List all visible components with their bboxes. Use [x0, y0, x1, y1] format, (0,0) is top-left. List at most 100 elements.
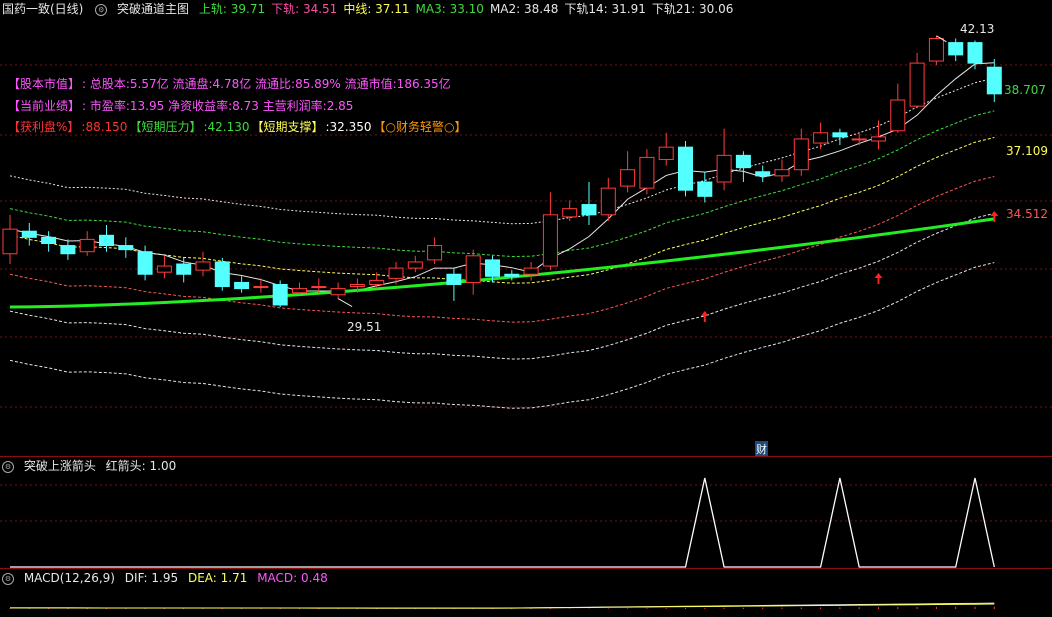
arrow-pane-header: ⚙ 突破上涨箭头 红箭头: 1.00 [0, 457, 1052, 475]
indicator-name[interactable]: 突破通道主图 [117, 2, 189, 16]
candle-body [697, 181, 713, 197]
macd-settings-icon[interactable]: ⚙ [2, 572, 14, 585]
candle-body [79, 238, 95, 253]
trend-green-line [9, 217, 995, 309]
arrow-pane-settings-icon[interactable]: ⚙ [2, 460, 14, 473]
candle-body [851, 138, 867, 141]
indicator-value-1: 下轨: 34.51 [271, 2, 338, 16]
candle-body [2, 228, 18, 255]
candle-body [678, 146, 693, 191]
low-price-label: 29.51 [347, 320, 382, 334]
arrow-pane-value: 红箭头: 1.00 [105, 459, 177, 473]
candle-body [272, 284, 288, 306]
info-capital-tag: 【股本市值】 [8, 77, 81, 91]
candle-body [118, 245, 134, 251]
candle-body [909, 62, 925, 107]
macd-chart[interactable] [0, 587, 1052, 617]
macd-pane-header: ⚙ MACD(12,26,9) DIF: 1.95 DEA: 1.71 MACD… [0, 569, 1052, 587]
indicator-settings-icon[interactable]: ⚙ [95, 3, 108, 16]
mid-band-line [9, 137, 995, 284]
candle-body [21, 230, 37, 238]
candle-body [813, 132, 829, 144]
red-arrow-icon [874, 273, 883, 284]
candle-body [504, 273, 520, 277]
indicator-value-4: MA2: 38.48 [489, 2, 559, 16]
candle-body [600, 187, 616, 216]
candle-body [948, 42, 964, 56]
info-performance-tag: 【当前业绩】 [8, 99, 81, 113]
profit-tag: 【获利盘%】 [8, 120, 80, 134]
info-capital: 【股本市值】: 总股本:5.57亿 流通盘:4.78亿 流通比:85.89% 流… [8, 75, 453, 92]
candle-body [620, 169, 636, 187]
macd-dea: DEA: 1.71 [187, 571, 248, 585]
candle-body [755, 171, 771, 177]
candle-body [871, 136, 886, 142]
lower-band-value: 34.512 [1006, 207, 1048, 221]
candle-body [99, 234, 114, 247]
indicator-value-0: 上轨: 39.71 [198, 2, 266, 16]
candle-body [427, 245, 443, 261]
candle-body [581, 204, 597, 216]
arrow-pane-title[interactable]: 突破上涨箭头 [24, 459, 96, 473]
pressure-tag: 【短期压力】 [129, 120, 202, 134]
candle-body [986, 66, 1002, 95]
low-marker-line [337, 298, 353, 307]
candle-body [311, 286, 327, 289]
candle-body [639, 156, 655, 189]
macd-title[interactable]: MACD(12,26,9) [24, 571, 115, 585]
pressure-value: :42.130 [203, 120, 250, 134]
main-header: 国药一致(日线) ⚙ 突破通道主图 上轨: 39.71 下轨: 34.51 中线: … [0, 0, 1052, 18]
candle-body [562, 208, 578, 218]
candle-body [330, 288, 346, 296]
indicator-value-2: 中线: 37.11 [343, 2, 410, 16]
candle-body [253, 286, 269, 289]
candle-body [485, 259, 500, 277]
candle-body [60, 245, 76, 255]
candle-body [214, 261, 230, 288]
profit-value: :88.150 [81, 120, 128, 134]
candle-body [349, 284, 365, 288]
candle-body [793, 138, 809, 171]
info-performance: 【当前业绩】: 市盈率:13.95 净资收益率:8.73 主营利润率:2.85 [8, 97, 355, 114]
candle-body [465, 255, 481, 283]
candle-body [176, 263, 192, 275]
macd-dif: DIF: 1.95 [124, 571, 179, 585]
candle-body [195, 261, 211, 271]
candle-body [832, 132, 848, 138]
indicator-value-5: 下轨14: 31.91 [564, 2, 646, 16]
candle-body [716, 154, 732, 183]
arrow-signal-chart[interactable] [0, 475, 1052, 568]
candle-body [890, 99, 906, 132]
support-tag: 【短期支撑】 [251, 120, 324, 134]
upper-band-value: 38.707 [1004, 83, 1046, 97]
info-performance-text: : 市盈率:13.95 净资收益率:8.73 主营利润率:2.85 [82, 99, 354, 113]
arrow-signal-line [10, 477, 995, 568]
candle-body [137, 251, 153, 275]
candle-body [234, 281, 250, 290]
support-value: :32.350 [325, 120, 372, 134]
candle-body [446, 273, 462, 285]
candle-body [156, 265, 172, 273]
candle-body [735, 154, 751, 169]
high-price-label: 42.13 [960, 22, 995, 36]
candle-body [407, 261, 423, 269]
finance-warning: 【○财务轻警○】 [373, 120, 467, 134]
candle-body [523, 267, 539, 275]
candle-body [967, 42, 983, 64]
candle-body [388, 267, 404, 279]
info-profit: 【获利盘%】:88.150 【短期压力】:42.130 【短期支撑】:32.350 【… [8, 118, 468, 135]
macd-value: MACD: 0.48 [257, 571, 328, 585]
candle-body [774, 169, 790, 177]
candle-body [542, 214, 558, 267]
security-title[interactable]: 国药一致(日线) [2, 2, 83, 16]
finance-marker[interactable]: 财 [755, 441, 768, 457]
info-capital-text: : 总股本:5.57亿 流通盘:4.78亿 流通比:85.89% 流通市值:18… [82, 77, 451, 91]
indicator-values: 上轨: 39.71 下轨: 34.51 中线: 37.11 MA3: 33.10 MA2… [199, 2, 739, 16]
lower-band-21 [9, 262, 995, 409]
candle-body [292, 288, 307, 294]
indicator-value-6: 下轨21: 30.06 [651, 2, 734, 16]
candle-body [41, 236, 57, 245]
indicator-value-3: MA3: 33.10 [415, 2, 484, 16]
candle-body [658, 146, 674, 160]
lower-band-line [9, 175, 995, 323]
